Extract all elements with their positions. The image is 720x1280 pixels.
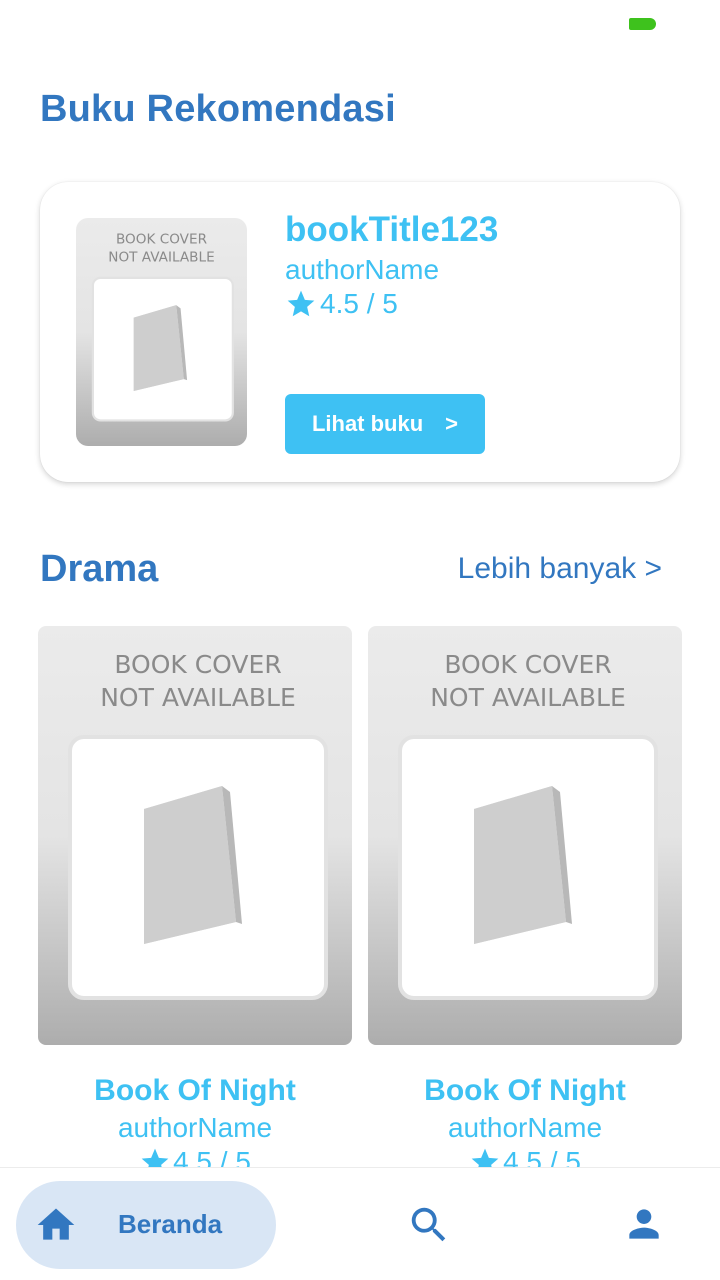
book-title: Book Of Night [424,1074,626,1107]
search-icon[interactable] [406,1202,452,1248]
home-icon [37,1208,75,1240]
book-card[interactable]: BOOK COVER NOT AVAILABLE Book Of Night a… [38,626,352,1186]
recommended-book-card[interactable]: BOOK COVER NOT AVAILABLE bookTitle123 au… [40,182,680,482]
book-title: Book Of Night [94,1074,296,1107]
book-cover-placeholder: BOOK COVER NOT AVAILABLE [368,626,682,1045]
book-card[interactable]: BOOK COVER NOT AVAILABLE Book Of Night a… [368,626,682,1186]
view-book-button[interactable]: Lihat buku > [285,394,485,454]
cover-text-line1: BOOK COVER [114,650,281,679]
section-title-drama: Drama [40,548,159,590]
cover-text-line1: BOOK COVER [444,650,611,679]
book-cover-placeholder: BOOK COVER NOT AVAILABLE [76,218,247,446]
rating-text: 4.5 / 5 [320,288,398,319]
chevron-right-icon: > [445,411,459,436]
cover-text-line2: NOT AVAILABLE [100,683,296,712]
battery-icon [629,18,656,30]
nav-home-tab[interactable]: Beranda [16,1181,276,1269]
view-book-label: Lihat buku [311,411,424,436]
cover-text-line2: NOT AVAILABLE [108,250,214,266]
book-cover-placeholder: BOOK COVER NOT AVAILABLE [38,626,352,1045]
book-rating: 4.5 / 5 [285,288,398,320]
cover-text-line2: NOT AVAILABLE [430,683,626,712]
profile-icon[interactable] [622,1202,666,1246]
book-author: authorName [117,1112,273,1143]
book-author: authorName [285,254,440,285]
page-title: Buku Rekomendasi [40,88,396,130]
cover-text-line1: BOOK COVER [116,232,208,248]
book-author: authorName [447,1112,603,1143]
book-title: bookTitle123 [285,210,499,249]
see-more-link[interactable]: Lebih banyak > [458,552,662,586]
nav-home-label: Beranda [118,1209,223,1239]
bottom-navigation: Beranda [0,1167,720,1280]
star-icon [287,290,315,317]
